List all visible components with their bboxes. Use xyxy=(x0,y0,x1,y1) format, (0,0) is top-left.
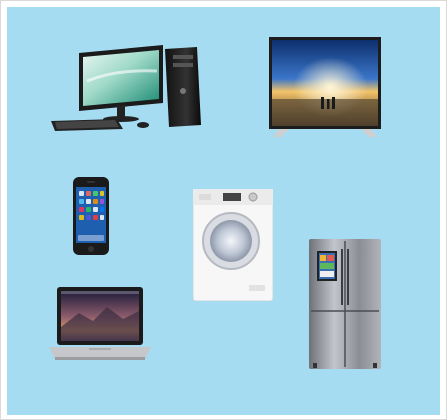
image-frame xyxy=(0,0,447,420)
appliance-collage xyxy=(7,7,440,415)
smartphone-icon xyxy=(73,177,109,255)
laptop-icon xyxy=(49,287,151,371)
refrigerator-icon xyxy=(309,239,381,369)
desktop-computer-icon xyxy=(47,41,203,131)
flat-tv-icon xyxy=(269,37,381,141)
washing-machine-icon xyxy=(193,189,273,301)
